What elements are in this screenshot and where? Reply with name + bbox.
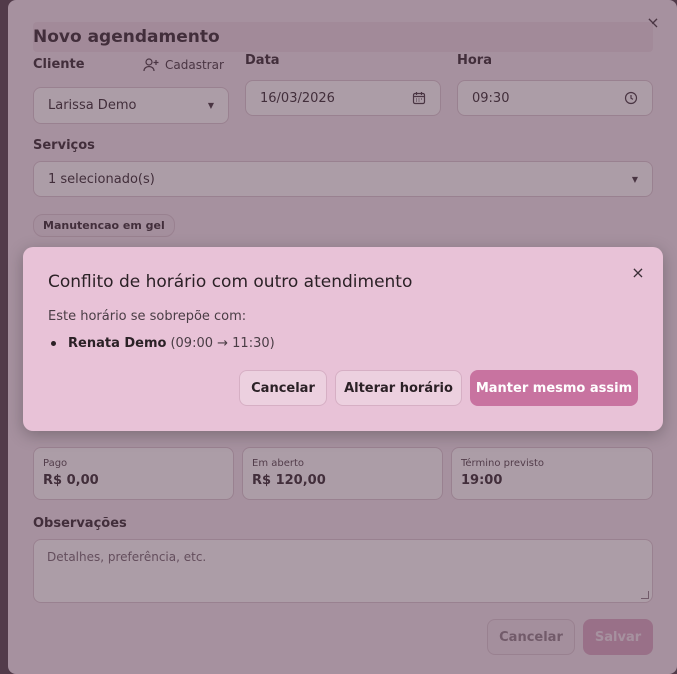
conflict-title: Conflito de horário com outro atendiment… [48,272,413,292]
conflict-client-name: Renata Demo [68,336,167,351]
bullet-icon [51,341,56,346]
conflict-time-range: (09:00 → 11:30) [170,336,275,351]
conflict-dialog: Conflito de horário com outro atendiment… [23,247,663,431]
conflict-cancel-button[interactable]: Cancelar [239,370,327,406]
conflict-list-item: Renata Demo (09:00 → 11:30) [51,336,275,351]
keep-anyway-button[interactable]: Manter mesmo assim [470,370,638,406]
conflict-close-button[interactable]: × [627,262,649,284]
conflict-subtitle: Este horário se sobrepõe com: [48,309,247,324]
change-time-button[interactable]: Alterar horário [335,370,462,406]
